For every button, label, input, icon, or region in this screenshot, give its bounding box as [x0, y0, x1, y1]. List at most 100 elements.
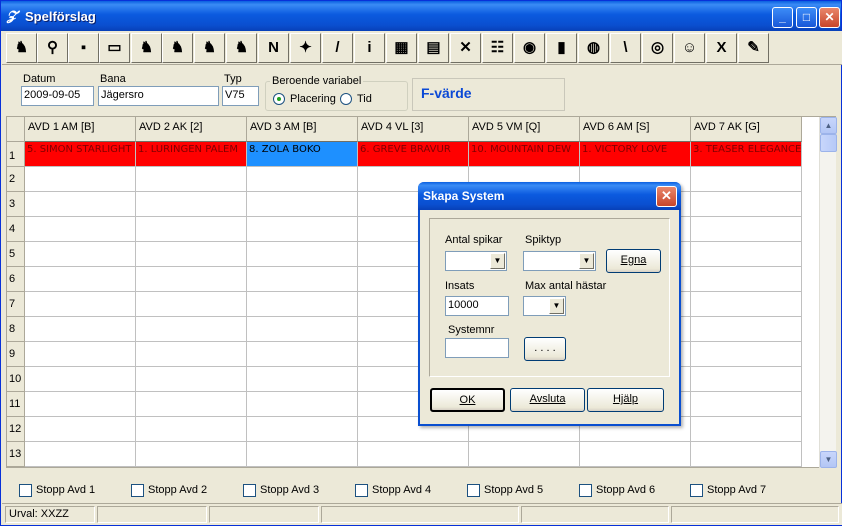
paw-icon[interactable]: ✦: [290, 33, 321, 63]
systemnr-field[interactable]: [445, 338, 509, 358]
globe-search-icon[interactable]: ◎: [642, 33, 673, 63]
grid-cell[interactable]: [691, 167, 802, 192]
grid-cell[interactable]: [136, 267, 247, 292]
stopp-avd-5-checkbox[interactable]: [467, 484, 480, 497]
chevron-down-icon[interactable]: ▼: [549, 298, 564, 314]
egna-button[interactable]: Egna: [606, 249, 661, 273]
vertical-scrollbar[interactable]: ▲ ▼: [819, 117, 837, 468]
grid-cell[interactable]: [247, 167, 358, 192]
row-header[interactable]: 2: [7, 167, 25, 192]
grid-cell[interactable]: [691, 392, 802, 417]
grid-cell[interactable]: 6. GREVE BRAVUR: [358, 142, 469, 167]
horse-n-icon[interactable]: N: [258, 33, 289, 63]
minimize-button[interactable]: _: [772, 7, 793, 28]
grid-cell[interactable]: [691, 317, 802, 342]
grid-cell[interactable]: [136, 217, 247, 242]
print-icon[interactable]: ▤: [418, 33, 449, 63]
grid-cell[interactable]: [136, 192, 247, 217]
bar-chart-icon[interactable]: ▮: [546, 33, 577, 63]
grid-cell[interactable]: [25, 392, 136, 417]
stopp-avd-1-checkbox[interactable]: [19, 484, 32, 497]
ok-button[interactable]: OK: [430, 388, 505, 412]
grid-cell[interactable]: [358, 442, 469, 467]
grid-cell[interactable]: [25, 242, 136, 267]
grid-cell[interactable]: 1. VICTORY LOVE: [580, 142, 691, 167]
dialog-close-icon[interactable]: ✕: [656, 186, 677, 207]
grid-cell[interactable]: [136, 167, 247, 192]
grid-cell[interactable]: [691, 192, 802, 217]
globe-arrow-icon[interactable]: ◍: [578, 33, 609, 63]
grid-cell[interactable]: [136, 292, 247, 317]
datum-field[interactable]: 2009-09-05: [21, 86, 94, 106]
grid-cell[interactable]: [25, 167, 136, 192]
spiktyp-select[interactable]: ▼: [523, 251, 596, 271]
scroll-up-icon[interactable]: ▲: [820, 117, 837, 134]
row-header[interactable]: 7: [7, 292, 25, 317]
open-folder-icon[interactable]: ▭: [99, 33, 130, 63]
grid-cell[interactable]: [691, 442, 802, 467]
grid-cell[interactable]: 5. SIMON STARLIGHT: [25, 142, 136, 167]
grid-cell[interactable]: [136, 342, 247, 367]
grid-cell[interactable]: [25, 367, 136, 392]
horse-icon-2[interactable]: ♞: [131, 33, 162, 63]
grid-cell[interactable]: [25, 442, 136, 467]
row-header[interactable]: 10: [7, 367, 25, 392]
row-header[interactable]: 12: [7, 417, 25, 442]
grid-cell[interactable]: [247, 317, 358, 342]
scroll-down-icon[interactable]: ▼: [820, 451, 837, 468]
browse-button[interactable]: . . . .: [524, 337, 566, 361]
row-header[interactable]: 9: [7, 342, 25, 367]
hjalp-button[interactable]: Hjälp: [587, 388, 664, 412]
grid-icon[interactable]: ▦: [386, 33, 417, 63]
grid-cell[interactable]: [25, 417, 136, 442]
typ-field[interactable]: V75: [222, 86, 259, 106]
row-header[interactable]: 13: [7, 442, 25, 467]
delete-icon[interactable]: ✕: [450, 33, 481, 63]
avsluta-button[interactable]: Avsluta: [510, 388, 585, 412]
stopp-avd-7-checkbox[interactable]: [690, 484, 703, 497]
row-header[interactable]: 4: [7, 217, 25, 242]
grid-cell[interactable]: [691, 342, 802, 367]
row-header[interactable]: 11: [7, 392, 25, 417]
person-icon[interactable]: ☺: [674, 33, 705, 63]
binoculars-icon[interactable]: ⚲: [37, 33, 68, 63]
row-header[interactable]: 3: [7, 192, 25, 217]
grid-cell[interactable]: [136, 392, 247, 417]
close-button[interactable]: ✕: [819, 7, 840, 28]
column-header[interactable]: AVD 6 AM [S]: [580, 117, 691, 142]
antal-spikar-select[interactable]: ▼: [445, 251, 507, 271]
excel-icon[interactable]: X: [706, 33, 737, 63]
grid-cell[interactable]: [136, 242, 247, 267]
grid-cell[interactable]: [691, 417, 802, 442]
column-header[interactable]: AVD 3 AM [B]: [247, 117, 358, 142]
placering-radio[interactable]: [273, 93, 285, 105]
row-header[interactable]: 5: [7, 242, 25, 267]
grid-cell[interactable]: 3. TEASER ELEGANCE: [691, 142, 802, 167]
scroll-thumb[interactable]: [820, 134, 837, 152]
grid-cell[interactable]: 10. MOUNTAIN DEW: [469, 142, 580, 167]
grid-cell[interactable]: [247, 367, 358, 392]
grid-cell[interactable]: [25, 217, 136, 242]
stopp-avd-4-checkbox[interactable]: [355, 484, 368, 497]
grid-cell[interactable]: [469, 442, 580, 467]
globe-icon[interactable]: ◉: [514, 33, 545, 63]
horse-icon-3[interactable]: ♞: [162, 33, 193, 63]
horse-icon-4[interactable]: ♞: [194, 33, 225, 63]
horse-icon[interactable]: ♞: [6, 33, 37, 63]
tid-radio[interactable]: [340, 93, 352, 105]
grid-cell[interactable]: [136, 417, 247, 442]
grid-cell[interactable]: 1. LURINGEN PALEM: [136, 142, 247, 167]
hand-icon[interactable]: ✎: [738, 33, 769, 63]
column-header[interactable]: AVD 5 VM [Q]: [469, 117, 580, 142]
grid-cell[interactable]: 8. ZOLA BOKO: [247, 142, 358, 167]
grid-cell[interactable]: [25, 342, 136, 367]
grid-cell[interactable]: [691, 217, 802, 242]
chevron-down-icon[interactable]: ▼: [490, 253, 505, 269]
grid-cell[interactable]: [25, 292, 136, 317]
grid-cell[interactable]: [136, 367, 247, 392]
grid-cell[interactable]: [247, 192, 358, 217]
grid-cell[interactable]: [691, 292, 802, 317]
stopp-avd-2-checkbox[interactable]: [131, 484, 144, 497]
grid-cell[interactable]: [247, 242, 358, 267]
row-header[interactable]: 8: [7, 317, 25, 342]
